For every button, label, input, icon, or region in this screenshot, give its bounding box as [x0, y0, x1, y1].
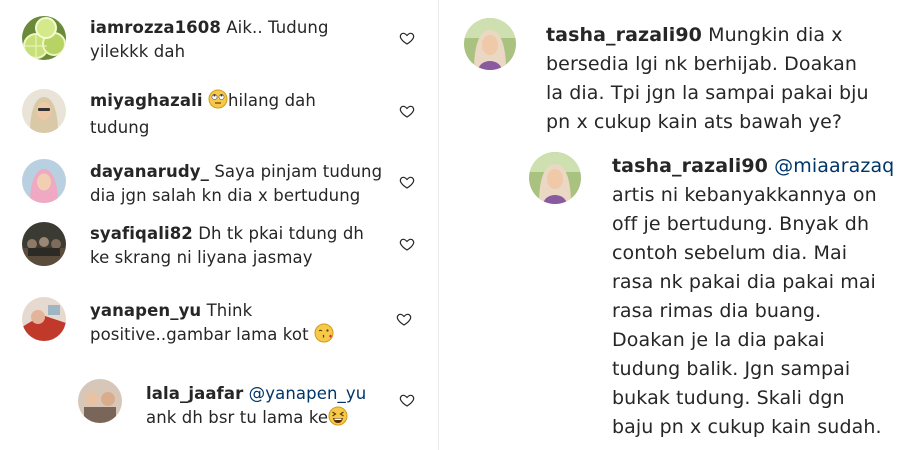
- comment-item: miyaghazali hilang dah tudung: [0, 80, 440, 150]
- comment-body-line-2: off je bertudung. Bnyak dh: [612, 213, 870, 235]
- comment-text: miyaghazali hilang dah tudung: [90, 89, 316, 140]
- heart-icon[interactable]: [396, 311, 412, 327]
- comment-text: tasha_razali90 @miaarazaq artis ni keban…: [612, 152, 894, 442]
- comment-username[interactable]: yanapen_yu: [90, 301, 201, 320]
- comment-username[interactable]: tasha_razali90: [546, 24, 702, 46]
- heart-icon[interactable]: [399, 30, 415, 46]
- comment-body-line-7: tudung balik. Jgn sampai: [612, 358, 851, 380]
- avatar[interactable]: [22, 297, 66, 341]
- left-comments-panel: iamrozza1608 Aik.. Tudung yilekkk dah mi…: [0, 0, 440, 450]
- avatar[interactable]: [22, 89, 66, 133]
- comment-body-line-9: baju pn x cukup kain sudah.: [612, 416, 882, 438]
- rolling-eyes-emoji-icon: [208, 89, 228, 116]
- comment-body: Dh tk pkai tdung dh: [192, 224, 364, 243]
- comment-body-line-4: pn x cukup kain ats bawah ye?: [546, 111, 843, 133]
- comment-body-cont: yilekkk dah: [90, 42, 186, 61]
- comment-username[interactable]: lala_jaafar: [146, 384, 243, 403]
- comment-body-line-1: Mungkin dia x: [702, 24, 843, 46]
- comment-item: syafiqali82 Dh tk pkai tdung dh ke skran…: [0, 215, 440, 285]
- comment-body-line-2: bersedia lgi nk berhijab. Doakan: [546, 53, 857, 75]
- comment-body: Think: [201, 301, 253, 320]
- avatar[interactable]: [464, 18, 516, 70]
- comment-username[interactable]: iamrozza1608: [90, 18, 221, 37]
- comment-body: hilang dah: [227, 91, 316, 110]
- comment-body-line-3: contoh sebelum dia. Mai: [612, 242, 848, 264]
- right-comments-panel: tasha_razali90 Mungkin dia x bersedia lg…: [440, 0, 900, 450]
- heart-icon[interactable]: [399, 392, 415, 408]
- comment-body-cont: ke skrang ni liyana jasmay: [90, 248, 313, 267]
- comment-item: iamrozza1608 Aik.. Tudung yilekkk dah: [0, 0, 440, 70]
- avatar[interactable]: [22, 222, 66, 266]
- comment-body-line-5: rasa rimas dia buang.: [612, 300, 822, 322]
- heart-icon[interactable]: [399, 174, 415, 190]
- heart-icon[interactable]: [399, 236, 415, 252]
- comment-username[interactable]: miyaghazali: [90, 91, 203, 110]
- comment-body-cont: dia jgn salah kn dia x bertudung: [90, 186, 361, 205]
- comment-body-line-6: Doakan je la dia pakai: [612, 329, 825, 351]
- comment-body: ank dh bsr tu lama ke: [146, 408, 329, 427]
- comment-body-cont: tudung: [90, 118, 150, 137]
- comment-item: dayanarudy_ Saya pinjam tudung dia jgn s…: [0, 150, 440, 215]
- comment-item: tasha_razali90 Mungkin dia x bersedia lg…: [440, 0, 900, 150]
- avatar[interactable]: [22, 16, 66, 60]
- reply-item: tasha_razali90 @miaarazaq artis ni keban…: [500, 145, 900, 450]
- comment-text: yanapen_yu Think positive..gambar lama k…: [90, 299, 334, 350]
- comment-body-line-1: artis ni kebanyakkannya on: [612, 184, 877, 206]
- comment-body-line-4: rasa nk pakai dia pakai mai: [612, 271, 876, 293]
- comment-username[interactable]: tasha_razali90: [612, 155, 768, 177]
- avatar[interactable]: [529, 152, 581, 204]
- comment-body-cont: positive..gambar lama kot: [90, 325, 309, 344]
- comment-text: syafiqali82 Dh tk pkai tdung dh ke skran…: [90, 222, 364, 270]
- comment-body: Aik.. Tudung: [220, 18, 329, 37]
- comment-username[interactable]: syafiqali82: [90, 224, 193, 243]
- heart-icon[interactable]: [399, 103, 415, 119]
- comment-text: lala_jaafar @yanapen_yu ank dh bsr tu la…: [146, 382, 366, 433]
- avatar[interactable]: [22, 159, 66, 203]
- comment-body-line-3: la dia. Tpi jgn la sampai pakai bju: [546, 82, 869, 104]
- reply-item: lala_jaafar @yanapen_yu ank dh bsr tu la…: [60, 365, 440, 450]
- blowing-kiss-emoji-icon: [314, 323, 334, 350]
- comment-body: Saya pinjam tudung: [209, 162, 383, 181]
- comment-text: iamrozza1608 Aik.. Tudung yilekkk dah: [90, 16, 329, 64]
- mention-link[interactable]: @yanapen_yu: [249, 384, 367, 403]
- comment-body-line-8: bukak tudung. Skali dgn: [612, 387, 845, 409]
- avatar[interactable]: [78, 379, 122, 423]
- laughing-squint-emoji-icon: [328, 406, 348, 433]
- comment-username[interactable]: dayanarudy_: [90, 162, 209, 181]
- comment-item: yanapen_yu Think positive..gambar lama k…: [0, 285, 440, 365]
- comment-text: tasha_razali90 Mungkin dia x bersedia lg…: [546, 21, 869, 137]
- comment-text: dayanarudy_ Saya pinjam tudung dia jgn s…: [90, 160, 382, 208]
- mention-link[interactable]: @miaarazaq: [774, 155, 894, 177]
